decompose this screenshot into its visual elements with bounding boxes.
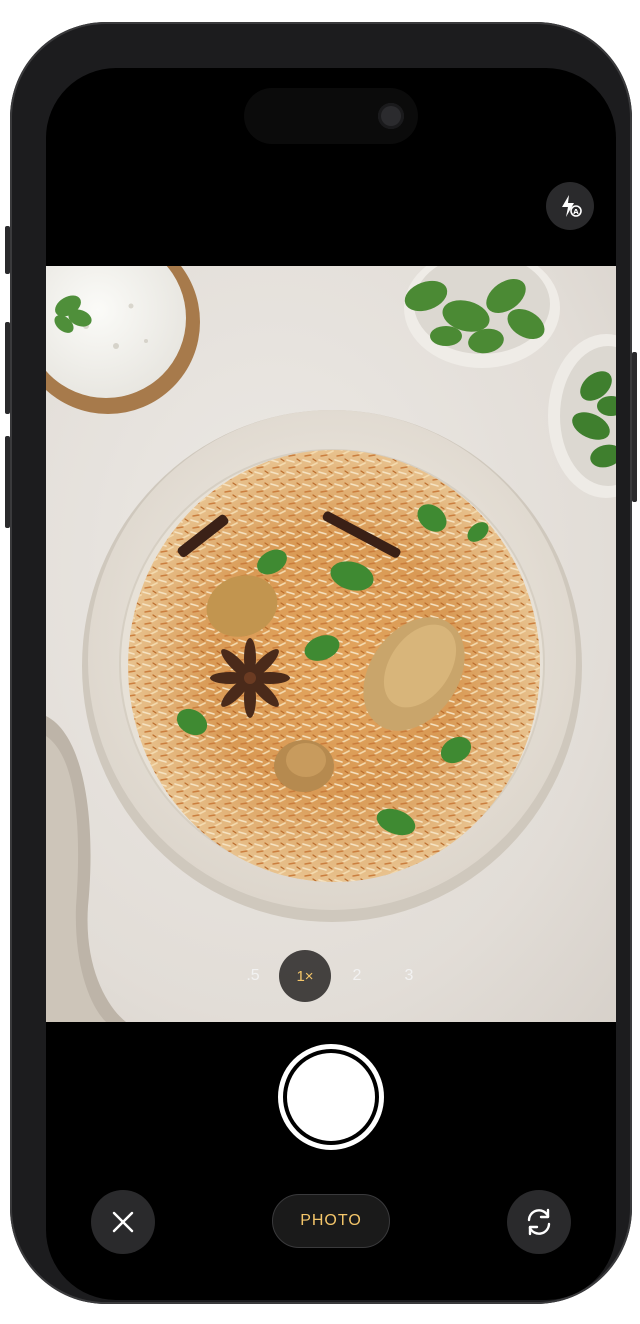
shutter-button[interactable] [287, 1053, 375, 1141]
close-icon [112, 1211, 134, 1233]
camera-viewfinder[interactable]: .5 1× 2 3 [46, 266, 616, 1022]
dynamic-island [244, 88, 418, 144]
close-button[interactable] [91, 1190, 155, 1254]
front-camera-lens [378, 103, 404, 129]
switch-camera-icon [527, 1208, 551, 1236]
silent-switch [5, 226, 10, 274]
flash-auto-icon: A [562, 195, 582, 217]
zoom-option-3x[interactable]: 3 [383, 950, 435, 1002]
power-button [632, 352, 637, 502]
zoom-option-2x[interactable]: 2 [331, 950, 383, 1002]
phone-frame: A .5 1× 2 3 PHOTO [5, 22, 637, 1304]
mode-photo-button[interactable]: PHOTO [272, 1194, 390, 1248]
switch-camera-button[interactable] [507, 1190, 571, 1254]
shutter-ring[interactable] [278, 1044, 384, 1150]
flash-auto-button[interactable]: A [546, 182, 594, 230]
zoom-selector: .5 1× 2 3 [46, 950, 616, 1002]
volume-down-button [5, 436, 10, 528]
zoom-option-0-5x[interactable]: .5 [227, 950, 279, 1002]
svg-text:A: A [573, 208, 579, 216]
volume-up-button [5, 322, 10, 414]
food-scene-image [46, 266, 616, 1022]
zoom-option-1x[interactable]: 1× [279, 950, 331, 1002]
camera-screen: A .5 1× 2 3 PHOTO [46, 68, 616, 1300]
